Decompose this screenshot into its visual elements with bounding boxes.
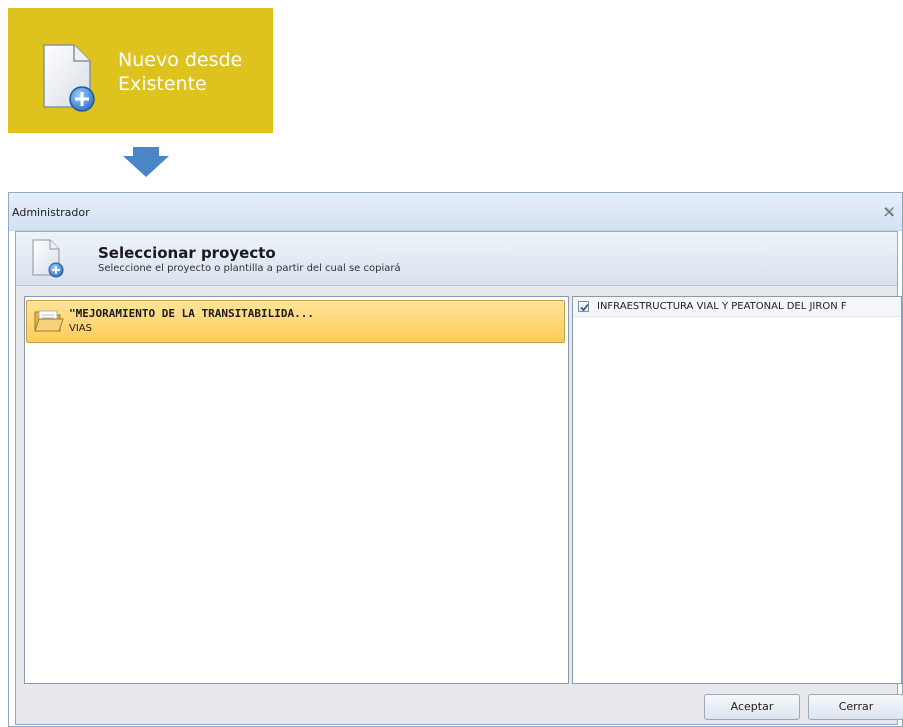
check-icon xyxy=(580,303,589,312)
header-title: Seleccionar proyecto xyxy=(98,244,276,262)
administrator-dialog: Administrador Seleccionar proyecto Selec… xyxy=(8,192,903,727)
list-item[interactable]: "MEJORAMIENTO DE LA TRANSITABILIDA... VI… xyxy=(26,300,565,343)
header-subtitle: Seleccione el proyecto o plantilla a par… xyxy=(98,263,401,274)
subproject-label: INFRAESTRUCTURA VIAL Y PEATONAL DEL JIRO… xyxy=(597,301,847,312)
close-button[interactable]: Cerrar xyxy=(808,694,903,720)
subproject-list: INFRAESTRUCTURA VIAL Y PEATONAL DEL JIRO… xyxy=(572,296,902,684)
checkbox[interactable] xyxy=(578,301,589,312)
accept-button[interactable]: Aceptar xyxy=(704,694,800,720)
new-document-plus-icon xyxy=(32,239,64,278)
project-list: "MEJORAMIENTO DE LA TRANSITABILIDA... VI… xyxy=(24,296,569,684)
ribbon-label: Nuevo desde Existente xyxy=(118,48,242,96)
ribbon-label-line1: Nuevo desde xyxy=(118,49,243,71)
new-document-plus-icon xyxy=(43,44,95,112)
new-from-existing-button[interactable]: Nuevo desde Existente xyxy=(8,8,273,133)
dialog-title: Administrador xyxy=(12,206,90,219)
down-arrow-icon xyxy=(123,147,169,177)
project-name: "MEJORAMIENTO DE LA TRANSITABILIDA... xyxy=(69,307,315,320)
list-item[interactable]: INFRAESTRUCTURA VIAL Y PEATONAL DEL JIRO… xyxy=(573,297,901,317)
ribbon-label-line2: Existente xyxy=(118,73,207,95)
folder-icon xyxy=(34,310,64,332)
dialog-content: Seleccionar proyecto Seleccione el proye… xyxy=(15,231,903,725)
close-icon[interactable] xyxy=(882,205,896,219)
project-category: VIAS xyxy=(69,323,92,334)
dialog-titlebar: Administrador xyxy=(9,193,902,231)
dialog-header: Seleccionar proyecto Seleccione el proye… xyxy=(16,232,897,286)
